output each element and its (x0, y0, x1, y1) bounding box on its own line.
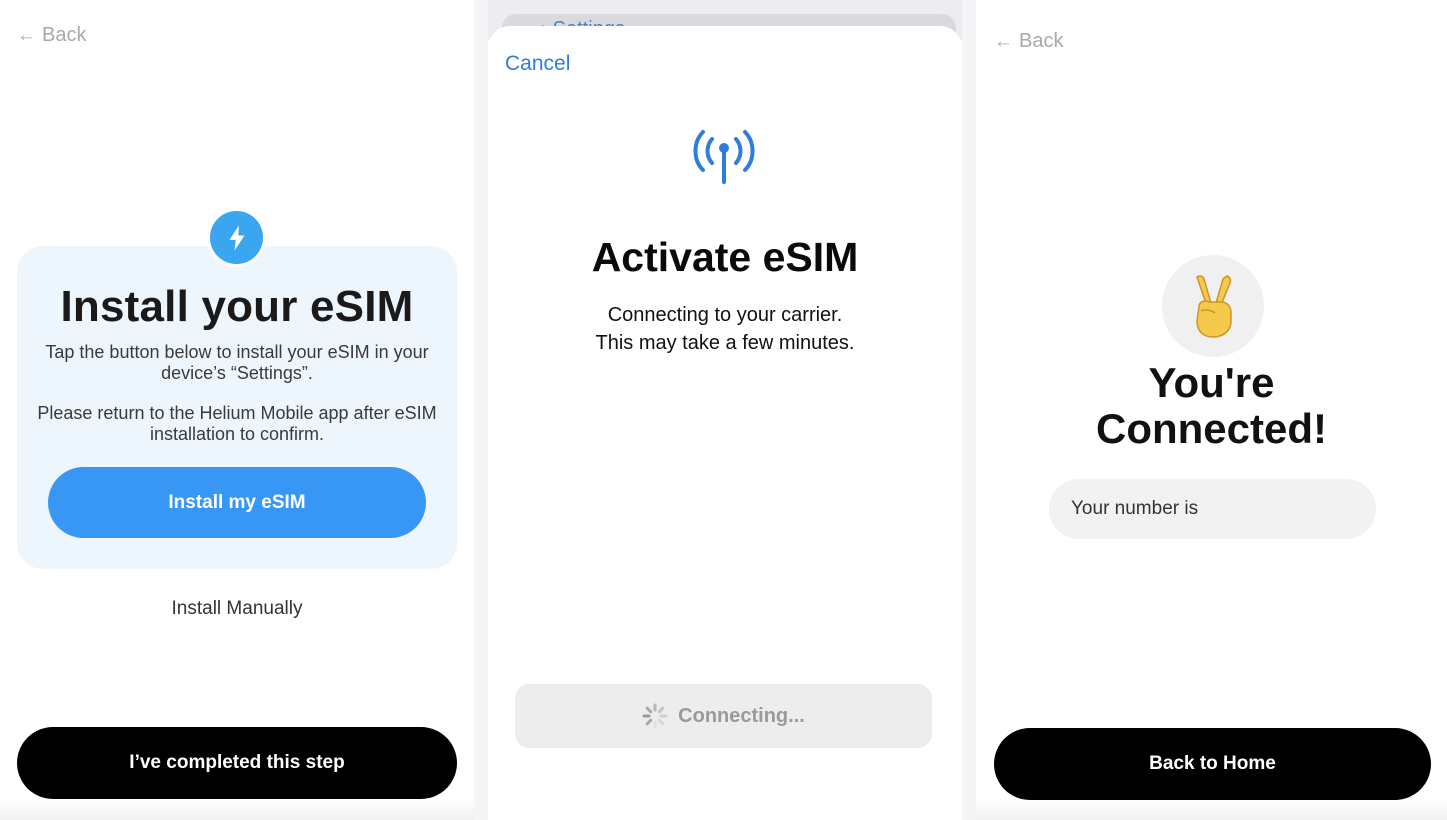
panel-gap (474, 0, 488, 820)
install-instructions: Tap the button below to install your eSI… (45, 342, 429, 383)
activate-title: Activate eSIM (591, 234, 859, 280)
cancel-button[interactable]: Cancel (505, 52, 570, 76)
install-manually-link[interactable]: Install Manually (0, 598, 474, 620)
install-card: Install your eSIM Tap the button below t… (17, 246, 457, 569)
connecting-label: Connecting... (678, 704, 805, 727)
back-label: Back (1019, 30, 1064, 52)
antenna-signal-icon (693, 130, 755, 184)
return-instructions: Please return to the Helium Mobile app a… (37, 403, 437, 444)
back-label: Back (42, 24, 87, 46)
install-title: Install your eSIM (60, 282, 414, 331)
victory-hand-icon (1162, 255, 1264, 357)
connecting-message: Connecting to your carrier. (607, 304, 843, 326)
panel-gap (962, 0, 976, 820)
connected-title: You're Connected! (976, 360, 1447, 452)
lightning-bolt-icon (207, 208, 266, 267)
connected-title-line2: Connected! (1096, 405, 1327, 452)
number-label: Your number is (1071, 498, 1199, 519)
modal-sheet: Cancel Activate eSIM Connecting to your … (488, 26, 962, 820)
wait-message: This may take a few minutes. (595, 332, 855, 354)
phone-number-pill: Your number is (1049, 479, 1376, 539)
bottom-fade (976, 798, 1447, 820)
activate-esim-sheet: ‹ Settings Cancel Activate eSIM Connecti… (474, 0, 976, 820)
back-button[interactable]: ← Back (994, 30, 1063, 53)
bottom-fade (0, 798, 474, 820)
connected-screen: ← Back You're Connected! Your number is … (976, 0, 1447, 820)
back-button[interactable]: ← Back (17, 24, 86, 47)
connected-title-line1: You're (1148, 359, 1275, 406)
connecting-button: Connecting... (515, 684, 932, 748)
completed-step-button[interactable]: I’ve completed this step (17, 727, 457, 799)
install-esim-screen: ← Back Install your eSIM Tap the button … (0, 0, 474, 820)
arrow-left-icon: ← (994, 31, 1013, 52)
install-esim-button[interactable]: Install my eSIM (48, 467, 426, 538)
spinner-icon (642, 703, 668, 729)
back-to-home-button[interactable]: Back to Home (994, 728, 1431, 800)
arrow-left-icon: ← (17, 25, 36, 46)
